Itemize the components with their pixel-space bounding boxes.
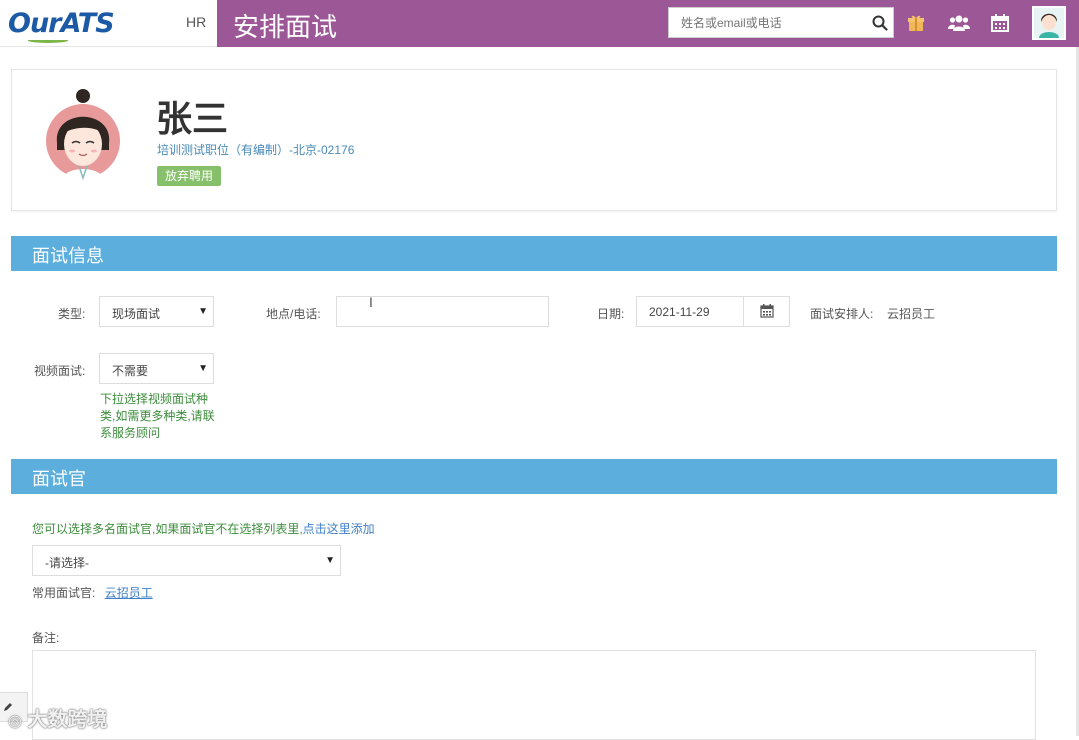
date-field[interactable]: 2021-11-29 — [636, 296, 790, 327]
top-bar: OurATS HR 安排面试 — [0, 0, 1079, 47]
add-interviewer-link[interactable]: 点击这里添加 — [303, 522, 375, 536]
calendar-icon — [760, 304, 774, 318]
video-select[interactable]: 不需要 ▼ — [99, 353, 214, 384]
interviewer-note: 您可以选择多名面试官,如果面试官不在选择列表里,点击这里添加 — [32, 520, 375, 537]
user-avatar-image — [1034, 8, 1064, 38]
gift-icon[interactable] — [906, 13, 926, 33]
role-label: HR — [186, 14, 207, 30]
calendar-icon[interactable] — [990, 13, 1010, 33]
type-select-value: 现场面试 — [112, 307, 161, 321]
section-interview-info: 面试信息 — [11, 236, 1057, 271]
candidate-job[interactable]: 培训测试职位（有编制）-北京-02176 — [157, 141, 354, 158]
text-cursor-icon: I — [369, 294, 373, 310]
frequent-interviewer-row: 常用面试官: 云招员工 — [32, 584, 153, 601]
type-select[interactable]: 现场面试 ▼ — [99, 296, 214, 327]
title-bar: 安排面试 — [217, 0, 1079, 47]
status-badge[interactable]: 放弃聘用 — [157, 166, 222, 186]
arranger-label: 面试安排人: — [810, 307, 874, 321]
section-interviewer: 面试官 — [11, 459, 1057, 494]
location-input[interactable] — [336, 296, 549, 327]
section-title: 面试官 — [32, 469, 86, 489]
page-title: 安排面试 — [233, 12, 338, 42]
candidate-name: 张三 — [156, 98, 229, 139]
search-box[interactable] — [668, 7, 894, 38]
logo-area: OurATS HR — [0, 0, 217, 47]
user-avatar[interactable] — [1032, 6, 1066, 40]
interviewer-select-value: -请选择- — [45, 556, 89, 570]
watermark-logo-icon: ◎ — [8, 713, 22, 730]
remark-textarea[interactable] — [32, 650, 1036, 740]
date-picker-button[interactable] — [743, 297, 789, 326]
candidate-avatar — [46, 89, 120, 188]
video-select-value: 不需要 — [112, 364, 149, 378]
candidate-card: 张三 培训测试职位（有编制）-北京-02176 放弃聘用 — [11, 69, 1057, 211]
location-label: 地点/电话: — [266, 307, 321, 321]
remark-label: 备注: — [32, 631, 60, 645]
section-title: 面试信息 — [32, 246, 104, 266]
frequent-interviewer-link[interactable]: 云招员工 — [105, 586, 153, 600]
team-icon[interactable] — [948, 13, 970, 33]
logo-swoosh — [28, 38, 68, 43]
watermark: ◎ 大数跨境 — [8, 703, 108, 732]
video-label: 视频面试: — [34, 364, 86, 378]
search-input[interactable] — [669, 8, 859, 37]
arranger-value: 云招员工 — [887, 307, 936, 321]
chevron-down-icon: ▼ — [198, 306, 208, 317]
logo-text: OurATS — [8, 8, 115, 39]
type-label: 类型: — [58, 307, 86, 321]
watermark-text: 大数跨境 — [27, 709, 108, 731]
interviewer-select[interactable]: -请选择- ▼ — [32, 545, 341, 576]
search-icon[interactable] — [872, 15, 888, 31]
chevron-down-icon: ▼ — [198, 363, 208, 374]
video-help-text: 下拉选择视频面试种类,如需更多种类,请联系服务顾问 — [100, 392, 215, 440]
date-label: 日期: — [597, 307, 625, 321]
chevron-down-icon: ▼ — [325, 555, 335, 566]
frequent-interviewer-label: 常用面试官: — [32, 586, 96, 600]
interviewer-note-text: 您可以选择多名面试官,如果面试官不在选择列表里, — [32, 522, 303, 536]
date-value: 2021-11-29 — [649, 305, 710, 319]
logo[interactable]: OurATS — [8, 8, 115, 39]
